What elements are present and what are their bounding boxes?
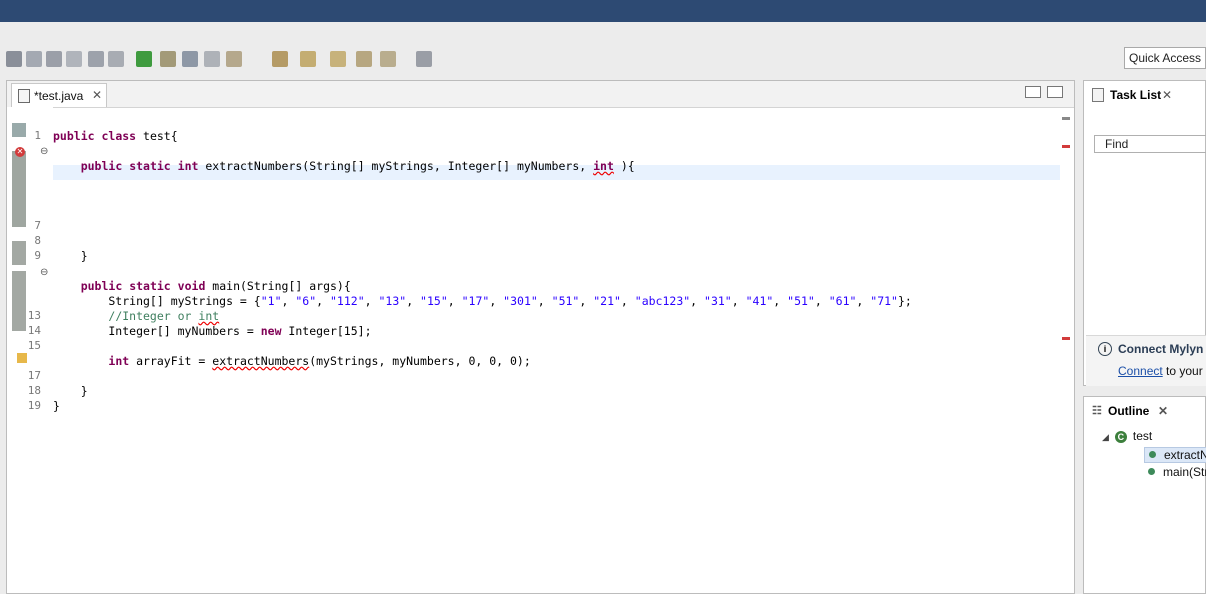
line-number: 9: [34, 249, 41, 262]
mylyn-title: Connect Mylyn: [1118, 342, 1204, 356]
info-icon: i: [1098, 342, 1112, 356]
task-list-icon: [1092, 88, 1104, 102]
method-name: main(String[]): [1163, 465, 1206, 479]
code-line[interactable]: Integer[] myNumbers = new Integer[15];: [53, 324, 371, 338]
history-icon[interactable]: [380, 51, 396, 67]
new-icon[interactable]: [6, 51, 22, 67]
line-number: 13: [27, 309, 41, 322]
quick-access-input[interactable]: Quick Access: [1124, 47, 1206, 69]
annotation-marker: [12, 271, 26, 331]
code-line[interactable]: public static void main(String[] args){: [53, 279, 351, 293]
perspective-icon[interactable]: [416, 51, 432, 67]
line-number: 8: [34, 234, 41, 247]
code-line[interactable]: String[] myStrings = {"1", "6", "112", "…: [53, 294, 911, 308]
outline-class-node[interactable]: ◢ Ctest: [1102, 429, 1152, 443]
fold-toggle[interactable]: ⊖: [40, 267, 48, 278]
coverage-icon[interactable]: [108, 51, 124, 67]
print-icon[interactable]: [46, 51, 62, 67]
outline-panel: ☷ Outline ✕ ◢ Ctest extractNumbers main(S…: [1083, 396, 1206, 594]
java-file-icon: [18, 89, 30, 103]
line-number: 15: [27, 339, 41, 352]
forward-icon[interactable]: [330, 51, 346, 67]
code-line[interactable]: public class test{: [53, 129, 178, 143]
save-icon[interactable]: [26, 51, 42, 67]
tab-label: *test.java: [34, 89, 84, 103]
line-number: 14: [27, 324, 41, 337]
line-number: 18: [27, 384, 41, 397]
code-line[interactable]: }: [53, 249, 88, 263]
minimize-icon[interactable]: [1025, 86, 1041, 98]
connect-mylyn-box: i Connect Mylyn Connect to your: [1086, 335, 1206, 386]
class-name: test: [1132, 429, 1153, 443]
class-icon: C: [1114, 431, 1127, 443]
tab-label: Task List: [1110, 88, 1162, 102]
connect-link[interactable]: Connect: [1118, 364, 1163, 378]
close-icon[interactable]: ✕: [92, 88, 102, 102]
tab-test-java[interactable]: *test.java ✕: [11, 83, 107, 107]
external-tools-icon[interactable]: [160, 51, 176, 67]
task-list-panel: Task List ✕ Find i Connect Mylyn Connect…: [1083, 80, 1206, 386]
error-icon[interactable]: ✕: [15, 147, 25, 157]
main-toolbar: [0, 46, 1206, 75]
line-number: 1: [34, 129, 41, 142]
code-line[interactable]: //Integer or int: [53, 309, 219, 323]
last-edit-icon[interactable]: [356, 51, 372, 67]
tab-task-list[interactable]: Task List ✕: [1086, 83, 1178, 107]
fold-toggle[interactable]: ⊖: [40, 146, 48, 157]
line-number: 17: [27, 369, 41, 382]
annotation-marker: [12, 151, 26, 227]
search-icon[interactable]: [182, 51, 198, 67]
tab-label: Outline: [1108, 404, 1150, 418]
editor-tabbar: *test.java ✕: [7, 81, 1074, 108]
run-icon[interactable]: [136, 51, 152, 67]
properties-icon[interactable]: [66, 51, 82, 67]
code-area[interactable]: public class test{ public static int ext…: [53, 107, 1060, 593]
warning-icon[interactable]: [17, 353, 27, 363]
back-icon[interactable]: [300, 51, 316, 67]
expand-icon[interactable]: ◢: [1102, 432, 1109, 442]
overview-ruler: [1060, 107, 1072, 593]
code-editor: *test.java ✕ ✕ ⊖ ⊖ 1 7 8 9 13 14 15 17 18 19 publ…: [6, 80, 1075, 594]
tab-outline[interactable]: ☷ Outline ✕: [1086, 399, 1178, 423]
public-method-icon: [1148, 468, 1155, 475]
code-line[interactable]: int arrayFit = extractNumbers(myStrings,…: [53, 354, 530, 368]
outline-method-node[interactable]: main(String[]): [1148, 465, 1206, 479]
line-number: 19: [27, 399, 41, 412]
public-method-icon: [1149, 451, 1156, 458]
code-line[interactable]: }: [53, 384, 88, 398]
mylyn-text: to your: [1166, 364, 1203, 378]
maximize-icon[interactable]: [1047, 86, 1063, 98]
find-input[interactable]: Find: [1094, 135, 1206, 153]
outline-method-node[interactable]: extractNumbers: [1144, 447, 1206, 463]
outline-icon: ☷: [1092, 405, 1102, 417]
close-icon[interactable]: ✕: [1162, 88, 1172, 102]
next-annotation-icon[interactable]: [272, 51, 288, 67]
close-icon[interactable]: ✕: [1158, 404, 1168, 418]
annotation-icon[interactable]: [226, 51, 242, 67]
window-titlebar: [0, 0, 1206, 22]
menu-bar: [0, 22, 1206, 47]
code-line[interactable]: public static int extractNumbers(String[…: [53, 159, 635, 173]
line-number-gutter: ✕ ⊖ ⊖ 1 7 8 9 13 14 15 17 18 19: [7, 107, 53, 593]
method-name: extractNumbers: [1164, 448, 1206, 462]
debug-icon[interactable]: [88, 51, 104, 67]
code-line[interactable]: }: [53, 399, 60, 413]
line-number: 7: [34, 219, 41, 232]
open-type-icon[interactable]: [204, 51, 220, 67]
